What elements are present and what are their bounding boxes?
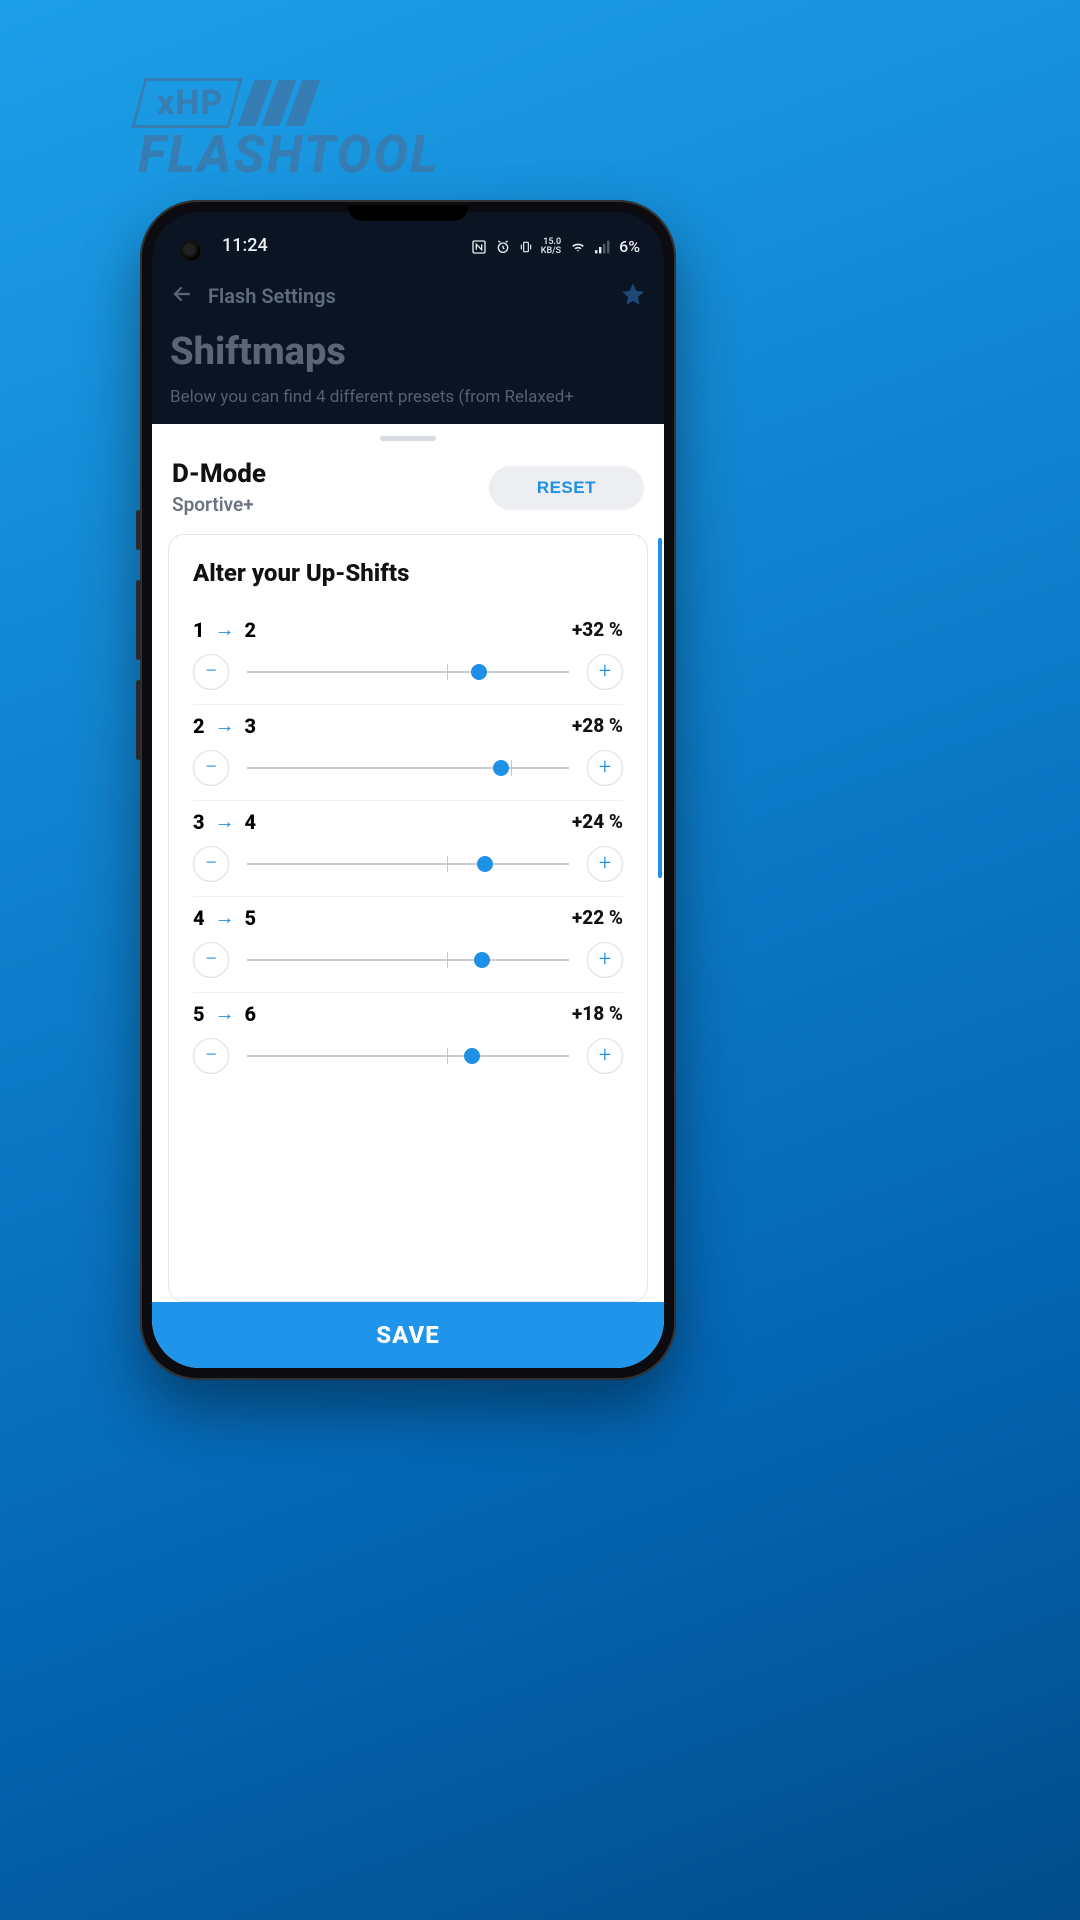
- shift-row: 1 → 2 +32 % − +: [193, 609, 623, 705]
- gear-to: 6: [245, 1002, 257, 1026]
- app-logo: xHP FLASHTOOL: [138, 78, 439, 185]
- shift-slider[interactable]: [247, 1046, 569, 1066]
- gear-pair: 1 → 2: [193, 617, 256, 642]
- phone-frame: 11:24 15.0 KB/S 6%: [140, 200, 676, 1380]
- shift-percent: +28 %: [572, 714, 623, 737]
- gear-from: 4: [193, 906, 205, 930]
- increment-button[interactable]: +: [587, 846, 623, 882]
- shift-row: 5 → 6 +18 % − +: [193, 993, 623, 1088]
- increment-button[interactable]: +: [587, 654, 623, 690]
- status-time: 11:24: [222, 235, 268, 256]
- back-icon[interactable]: [170, 282, 194, 310]
- gear-to: 4: [245, 810, 257, 834]
- reset-button[interactable]: RESET: [489, 466, 644, 510]
- decrement-button[interactable]: −: [193, 654, 229, 690]
- shift-slider[interactable]: [247, 758, 569, 778]
- gear-pair: 4 → 5: [193, 905, 256, 930]
- shift-slider[interactable]: [247, 662, 569, 682]
- arrow-right-icon: →: [215, 713, 235, 738]
- shift-row: 4 → 5 +22 % − +: [193, 897, 623, 993]
- gear-from: 5: [193, 1002, 205, 1026]
- gear-from: 1: [193, 618, 205, 642]
- shift-percent: +24 %: [572, 810, 623, 833]
- decrement-button[interactable]: −: [193, 750, 229, 786]
- gear-to: 3: [245, 714, 257, 738]
- vibrate-icon: [519, 239, 533, 255]
- header-title: Flash Settings: [208, 284, 336, 308]
- decrement-button[interactable]: −: [193, 846, 229, 882]
- app-header: Flash Settings Shiftmaps Below you can f…: [152, 258, 664, 408]
- mode-subtitle: Sportive+: [172, 493, 266, 516]
- arrow-right-icon: →: [215, 905, 235, 930]
- network-speed: 15.0 KB/S: [541, 238, 561, 256]
- nfc-icon: [471, 239, 487, 255]
- gear-pair: 5 → 6: [193, 1001, 256, 1026]
- scroll-indicator[interactable]: [658, 538, 662, 878]
- gear-pair: 3 → 4: [193, 809, 256, 834]
- gear-to: 5: [245, 906, 257, 930]
- decrement-button[interactable]: −: [193, 942, 229, 978]
- shift-row: 3 → 4 +24 % − +: [193, 801, 623, 897]
- shift-percent: +32 %: [572, 618, 623, 641]
- shift-slider[interactable]: [247, 950, 569, 970]
- wifi-icon: [569, 240, 587, 254]
- screen: 11:24 15.0 KB/S 6%: [152, 212, 664, 1368]
- save-button[interactable]: SAVE: [152, 1302, 664, 1368]
- gear-from: 3: [193, 810, 205, 834]
- gear-from: 2: [193, 714, 205, 738]
- signal-icon: [595, 240, 611, 254]
- gear-to: 2: [245, 618, 257, 642]
- arrow-right-icon: →: [215, 809, 235, 834]
- increment-button[interactable]: +: [587, 942, 623, 978]
- shift-percent: +18 %: [572, 1002, 623, 1025]
- page-title: Shiftmaps: [170, 330, 646, 374]
- front-camera: [180, 240, 202, 262]
- increment-button[interactable]: +: [587, 1038, 623, 1074]
- alarm-icon: [495, 239, 511, 255]
- mode-title: D-Mode: [172, 459, 266, 489]
- arrow-right-icon: →: [215, 617, 235, 642]
- arrow-right-icon: →: [215, 1001, 235, 1026]
- upshift-card: Alter your Up-Shifts 1 → 2 +32 % − + 2 →: [168, 534, 648, 1302]
- gear-pair: 2 → 3: [193, 713, 256, 738]
- shift-row: 2 → 3 +28 % − +: [193, 705, 623, 801]
- card-title: Alter your Up-Shifts: [193, 559, 623, 587]
- page-subtitle: Below you can find 4 different presets (…: [170, 386, 646, 408]
- bottom-sheet: D-Mode Sportive+ RESET Alter your Up-Shi…: [152, 424, 664, 1368]
- decrement-button[interactable]: −: [193, 1038, 229, 1074]
- increment-button[interactable]: +: [587, 750, 623, 786]
- favorite-icon[interactable]: [620, 281, 646, 311]
- logo-badge: xHP: [157, 83, 223, 123]
- shift-percent: +22 %: [572, 906, 623, 929]
- logo-word: FLASHTOOL: [138, 124, 439, 185]
- shift-slider[interactable]: [247, 854, 569, 874]
- battery-percent: 6%: [619, 237, 640, 256]
